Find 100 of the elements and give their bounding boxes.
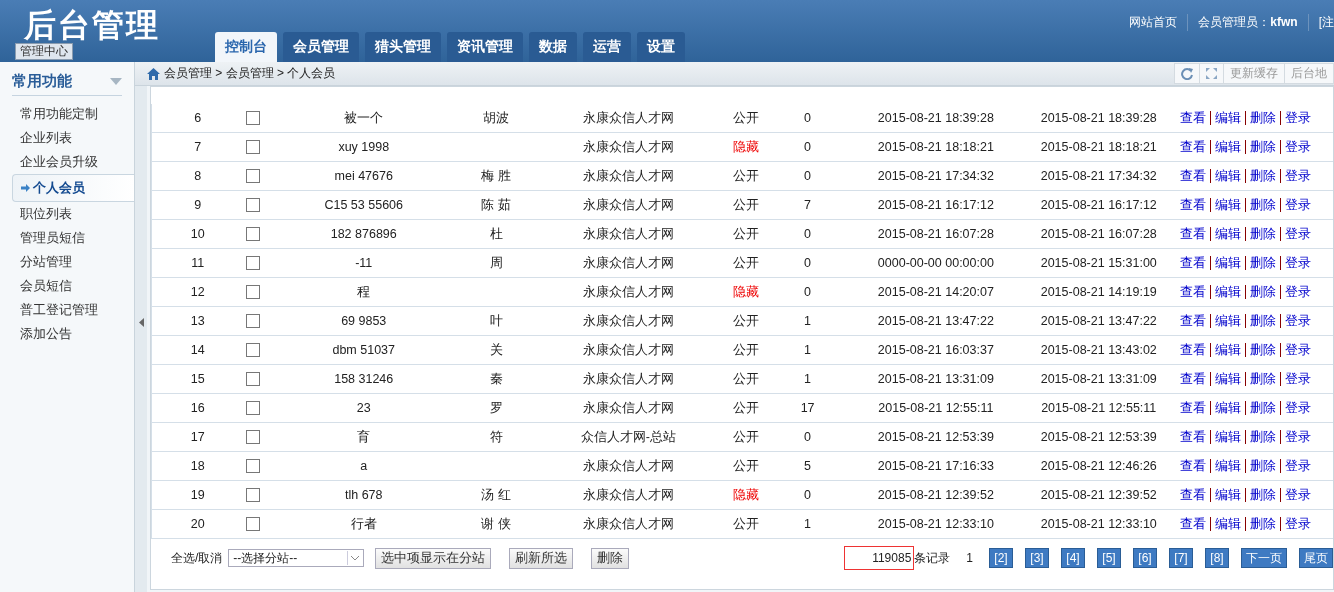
action-link[interactable]: 编辑 [1210,226,1246,241]
header-link[interactable]: [注 [1307,14,1334,31]
branch-select[interactable]: --选择分站-- [228,549,365,567]
action-link[interactable]: 编辑 [1210,255,1246,270]
fullscreen-icon[interactable] [1206,68,1217,79]
action-link[interactable]: 编辑 [1210,139,1246,154]
row-checkbox[interactable] [245,227,260,242]
refresh-icon[interactable] [1181,67,1193,80]
action-link[interactable]: 查看 [1180,226,1211,241]
action-link[interactable]: 编辑 [1210,429,1246,444]
action-link[interactable]: 删除 [1245,226,1281,241]
row-checkbox[interactable] [245,256,260,271]
page-link[interactable]: [5] [1097,548,1121,568]
action-link[interactable]: 查看 [1180,139,1211,154]
action-link[interactable]: 编辑 [1210,516,1246,531]
action-link[interactable]: 查看 [1180,197,1211,212]
action-link[interactable]: 登录 [1280,342,1316,357]
row-checkbox[interactable] [245,343,260,358]
action-link[interactable]: 查看 [1180,516,1211,531]
action-link[interactable]: 删除 [1245,110,1281,125]
action-link[interactable]: 查看 [1180,342,1211,357]
action-link[interactable]: 登录 [1280,110,1316,125]
row-checkbox[interactable] [245,488,260,503]
row-checkbox[interactable] [245,198,260,213]
page-link[interactable]: 下一页 [1241,548,1287,568]
sidebar-item[interactable]: 企业列表 [0,126,134,150]
nav-tab[interactable]: 控制台 [215,32,277,62]
action-link[interactable]: 编辑 [1210,400,1246,415]
page-link[interactable]: [3] [1025,548,1049,568]
action-link[interactable]: 删除 [1245,487,1281,502]
action-link[interactable]: 登录 [1280,284,1316,299]
sidebar-item[interactable]: 个人会员 [12,174,134,202]
action-link[interactable]: 查看 [1180,371,1211,386]
action-link[interactable]: 编辑 [1210,110,1246,125]
sidebar-item[interactable]: 企业会员升级 [0,150,134,174]
row-checkbox[interactable] [245,285,260,300]
action-link[interactable]: 查看 [1180,110,1211,125]
action-link[interactable]: 查看 [1180,429,1211,444]
nav-tab[interactable]: 会员管理 [283,32,359,62]
action-link[interactable]: 查看 [1180,487,1211,502]
page-link[interactable]: 1 [962,548,977,568]
action-link[interactable]: 编辑 [1210,458,1246,473]
nav-tab[interactable]: 设置 [637,32,685,62]
action-link[interactable]: 登录 [1280,226,1316,241]
action-link[interactable]: 编辑 [1210,487,1246,502]
row-checkbox[interactable] [245,517,260,532]
page-link[interactable]: 尾页 [1299,548,1333,568]
action-link[interactable]: 编辑 [1210,313,1246,328]
nav-tab[interactable]: 猎头管理 [365,32,441,62]
header-link[interactable]: 网站首页 [1119,14,1188,31]
row-checkbox[interactable] [245,140,260,155]
action-link[interactable]: 登录 [1280,487,1316,502]
header-link[interactable]: 会员管理员：kfwn [1187,14,1308,31]
page-link[interactable]: [6] [1133,548,1157,568]
sidebar-item[interactable]: 添加公告 [0,322,134,346]
row-checkbox[interactable] [245,459,260,474]
nav-tab[interactable]: 数据 [529,32,577,62]
action-link[interactable]: 删除 [1245,197,1281,212]
action-link[interactable]: 删除 [1245,400,1281,415]
select-all-link[interactable]: 全选/取消 [171,549,223,567]
action-link[interactable]: 登录 [1280,400,1316,415]
row-checkbox[interactable] [245,401,260,416]
action-link[interactable]: 删除 [1245,255,1281,270]
sidebar-item[interactable]: 分站管理 [0,250,134,274]
action-link[interactable]: 编辑 [1210,168,1246,183]
row-checkbox[interactable] [245,169,260,184]
action-link[interactable]: 查看 [1180,400,1211,415]
action-button[interactable]: 删除 [591,547,630,569]
action-link[interactable]: 删除 [1245,342,1281,357]
action-link[interactable]: 删除 [1245,284,1281,299]
action-link[interactable]: 查看 [1180,255,1211,270]
action-button[interactable]: 选中项显示在分站 [375,547,492,569]
nav-tab[interactable]: 运营 [583,32,631,62]
action-link[interactable]: 编辑 [1210,284,1246,299]
action-link[interactable]: 登录 [1280,197,1316,212]
action-link[interactable]: 查看 [1180,168,1211,183]
action-link[interactable]: 删除 [1245,429,1281,444]
sidebar-item[interactable]: 管理员短信 [0,226,134,250]
action-link[interactable]: 登录 [1280,516,1316,531]
action-link[interactable]: 登录 [1280,168,1316,183]
action-link[interactable]: 删除 [1245,139,1281,154]
action-link[interactable]: 登录 [1280,371,1316,386]
action-link[interactable]: 登录 [1280,429,1316,444]
collapse-arrow-icon[interactable] [138,317,144,327]
page-link[interactable]: [4] [1061,548,1085,568]
sidebar-item[interactable]: 职位列表 [0,202,134,226]
action-link[interactable]: 删除 [1245,516,1281,531]
action-link[interactable]: 编辑 [1210,371,1246,386]
action-link[interactable]: 登录 [1280,255,1316,270]
row-checkbox[interactable] [245,372,260,387]
page-link[interactable]: [2] [989,548,1013,568]
action-button[interactable]: 刷新所选 [509,547,574,569]
action-link[interactable]: 登录 [1280,458,1316,473]
sidebar-item[interactable]: 会员短信 [0,274,134,298]
action-link[interactable]: 查看 [1180,458,1211,473]
page-link[interactable]: [7] [1169,548,1193,568]
action-link[interactable]: 删除 [1245,168,1281,183]
page-link[interactable]: [8] [1205,548,1229,568]
row-checkbox[interactable] [245,314,260,329]
action-link[interactable]: 编辑 [1210,342,1246,357]
